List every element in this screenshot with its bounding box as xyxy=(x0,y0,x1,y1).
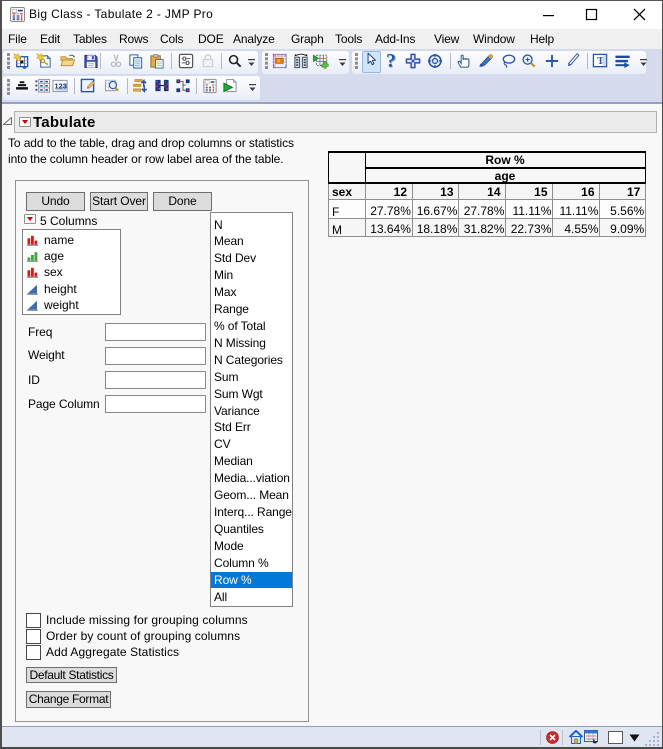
svg-text:123: 123 xyxy=(54,81,67,90)
